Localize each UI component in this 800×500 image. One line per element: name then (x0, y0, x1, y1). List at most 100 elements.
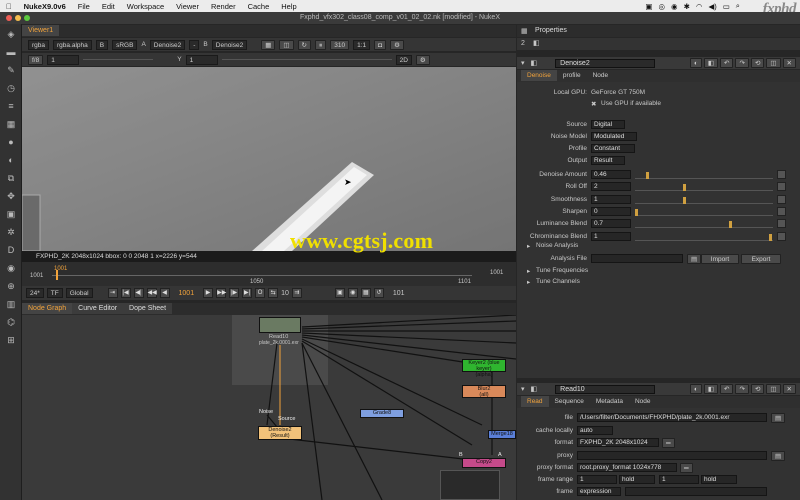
slider-track[interactable] (635, 232, 773, 241)
float-panel-icon[interactable]: ◫ (766, 58, 781, 68)
tab-viewer1[interactable]: Viewer1 (22, 25, 60, 36)
subtab-metadata[interactable]: Metadata (590, 396, 629, 407)
animation-menu-icon[interactable] (777, 219, 786, 229)
read-undo-icon[interactable]: ↶ (720, 384, 734, 394)
profile-dropdown[interactable]: Constant (591, 144, 635, 153)
step-back-icon[interactable]: ◀◀ (146, 288, 157, 298)
colorspace-dropdown[interactable]: sRGB (112, 39, 138, 50)
menu-app[interactable]: NukeX9.0v6 (24, 2, 66, 11)
proxy-format-edit-icon[interactable]: ═ (680, 463, 693, 473)
in-out-icon[interactable]: ⇥ (107, 288, 118, 298)
status-icon-2[interactable]: ◎ (659, 2, 666, 11)
slider-handle[interactable] (683, 184, 687, 192)
last-field[interactable]: 101 (393, 290, 405, 297)
filter-nodes-icon[interactable]: ● (5, 136, 17, 148)
read-color2-icon[interactable]: ◧ (703, 384, 719, 394)
tab-node-graph[interactable]: Node Graph (22, 303, 73, 314)
analysis-file-field[interactable] (591, 254, 683, 263)
gamma-slider[interactable] (221, 59, 392, 60)
wipe-mode-dropdown[interactable]: - (189, 39, 200, 50)
proxy-field[interactable] (577, 451, 767, 460)
fps-field[interactable]: 24* (26, 288, 44, 298)
subtab-read-node[interactable]: Node (629, 396, 657, 407)
zoom-window-icon[interactable] (24, 15, 30, 21)
3d-nodes-icon[interactable]: ▣ (5, 208, 17, 220)
slider-track[interactable] (635, 170, 773, 179)
tune-frequencies-label[interactable]: Tune Frequencies (536, 267, 588, 274)
animation-menu-icon[interactable] (777, 206, 786, 216)
record-icon[interactable]: ◉ (347, 288, 358, 298)
animation-menu-icon[interactable] (777, 170, 786, 179)
gain-field[interactable]: 1 (47, 54, 80, 65)
image-nodes-icon[interactable]: ▬ (5, 46, 17, 58)
metadata-nodes-icon[interactable]: ⊕ (5, 280, 17, 292)
particles-nodes-icon[interactable]: ✲ (5, 226, 17, 238)
skip-icon[interactable]: ⇆ (268, 288, 279, 298)
toolsets-icon[interactable]: ▥ (5, 298, 17, 310)
timecode-dropdown[interactable]: TF (46, 288, 63, 298)
use-gpu-checkbox[interactable]: ✖ (591, 100, 596, 108)
prev-keyframe-icon[interactable]: ◀| (133, 288, 144, 298)
view-settings-icon[interactable]: ⚙ (415, 54, 430, 65)
read-color1-icon[interactable]: ◐ (689, 384, 702, 394)
blur2-node[interactable]: Blur2 (all) (462, 385, 506, 398)
panel-color2-icon[interactable]: ◧ (703, 58, 719, 68)
play-backward-icon[interactable]: ◀ (159, 288, 170, 298)
view-mode-dropdown[interactable]: 2D (395, 54, 412, 65)
subtab-sequence[interactable]: Sequence (549, 396, 590, 407)
cache-dropdown[interactable]: auto (577, 426, 613, 435)
slider-value-field[interactable]: 2 (591, 182, 631, 192)
slider-track[interactable] (635, 182, 773, 192)
slider-track[interactable] (635, 195, 773, 204)
read-collapse-icon[interactable]: ▾ (521, 385, 525, 393)
scale-dropdown[interactable]: 1:1 (353, 39, 371, 50)
channels-dropdown[interactable]: rgba (28, 39, 50, 50)
copy2-node[interactable]: Copy2 (462, 458, 506, 468)
step-forward-icon[interactable]: ▶▶ (216, 288, 226, 298)
range-start-mode[interactable]: hold (619, 475, 655, 484)
volume-icon[interactable]: ◀) (708, 2, 716, 11)
menu-viewer[interactable]: Viewer (176, 2, 199, 11)
close-window-icon[interactable] (6, 15, 12, 21)
keyer2-node[interactable]: Keyer2 (blue keyer) (alpha) (462, 359, 506, 378)
format-edit-icon[interactable]: ═ (662, 438, 675, 448)
increment-field[interactable]: 10 (281, 290, 289, 297)
input-a-dropdown[interactable]: Denoise2 (149, 39, 186, 50)
input-b-dropdown[interactable]: Denoise2 (211, 39, 248, 50)
denoise2-name-field[interactable]: Denoise2 (555, 58, 656, 68)
color-nodes-icon[interactable]: ▦ (5, 118, 17, 130)
loop-icon[interactable]: ↺ (373, 288, 384, 298)
slider-track[interactable] (635, 207, 773, 216)
gain-slider[interactable] (83, 59, 154, 60)
current-frame-field[interactable]: 1001 (179, 290, 195, 297)
read-float-icon[interactable]: ◫ (766, 384, 781, 394)
menu-workspace[interactable]: Workspace (127, 2, 164, 11)
slider-handle[interactable] (769, 233, 772, 241)
noise-analysis-label[interactable]: Noise Analysis (536, 242, 578, 249)
slider-value-field[interactable]: 0 (591, 206, 631, 216)
viewer-image[interactable]: ➤ (22, 67, 516, 251)
node-icon[interactable]: ◧ (531, 59, 538, 67)
proxy-browse-icon[interactable]: ▤ (771, 451, 786, 461)
deep-nodes-icon[interactable]: D (5, 244, 17, 256)
apple-icon[interactable]:  (6, 2, 12, 11)
menu-render[interactable]: Render (211, 2, 236, 11)
status-icon-3[interactable]: ◉ (671, 2, 678, 11)
cache-icon[interactable]: ▣ (334, 288, 345, 298)
playhead[interactable] (56, 270, 58, 280)
export-button[interactable]: Export (741, 254, 781, 264)
slider-value-field[interactable]: 0.46 (591, 170, 631, 179)
zoom-field[interactable]: 310 (330, 39, 350, 50)
read10-name-field[interactable]: Read10 (555, 384, 656, 394)
bluetooth-icon[interactable]: ✱ (684, 2, 690, 11)
menu-cache[interactable]: Cache (248, 2, 270, 11)
skip-forward-icon[interactable]: ⇉ (291, 288, 302, 298)
alpha-dropdown[interactable]: rgba.alpha (53, 39, 92, 50)
animation-menu-icon[interactable] (777, 194, 786, 204)
last-frame-icon[interactable]: ▶| (242, 288, 253, 298)
wifi-icon[interactable]: ◠ (696, 2, 703, 11)
tune-freq-toggle-icon[interactable]: ▸ (527, 267, 530, 275)
status-icon-1[interactable]: ▣ (645, 2, 652, 11)
file-field[interactable]: /Users/filter/Documents/FHXPHD/plate_2k.… (577, 413, 767, 422)
keyer-nodes-icon[interactable]: ◐ (5, 154, 17, 166)
